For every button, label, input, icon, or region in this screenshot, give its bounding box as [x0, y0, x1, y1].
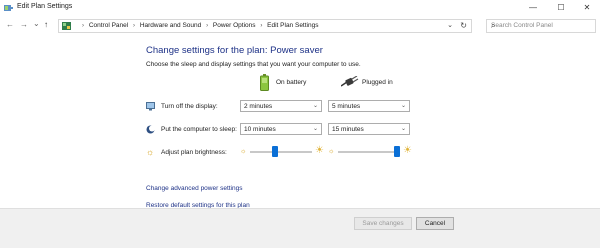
bright-sun-icon: ☀	[403, 145, 412, 156]
title-bar: Edit Plan Settings — ☐ ✕	[0, 0, 600, 17]
back-arrow-icon[interactable]: ←	[6, 20, 14, 29]
sleep-on-battery-select[interactable]: 10 minutes ⌄	[240, 123, 322, 135]
chevron-down-icon: ⌄	[312, 103, 318, 109]
power-options-icon	[4, 5, 13, 11]
moon-icon	[146, 125, 155, 134]
refresh-icon[interactable]: ↻	[460, 21, 467, 30]
plug-icon	[341, 76, 359, 87]
button-bar: Save changes Cancel	[0, 208, 600, 248]
breadcrumb-edit-plan-settings[interactable]: Edit Plan Settings	[267, 22, 318, 29]
minimize-button[interactable]: —	[520, 0, 546, 17]
bright-sun-icon: ☀	[315, 145, 324, 156]
breadcrumb-hardware-and-sound[interactable]: Hardware and Sound	[140, 22, 201, 29]
dim-sun-icon: ☼	[328, 148, 335, 155]
chevron-down-icon: ⌄	[400, 126, 406, 132]
breadcrumb-separator-icon: ›	[206, 23, 209, 29]
forward-arrow-icon[interactable]: →	[20, 20, 28, 29]
monitor-icon	[146, 102, 155, 111]
window-title: Edit Plan Settings	[17, 3, 73, 10]
change-advanced-power-settings-link[interactable]: Change advanced power settings	[146, 185, 242, 192]
slider-thumb[interactable]	[394, 146, 400, 157]
chevron-down-icon: ⌄	[312, 126, 318, 132]
page-title: Change settings for the plan: Power save…	[146, 45, 323, 56]
close-button[interactable]: ✕	[574, 0, 600, 17]
slider-track	[338, 151, 400, 153]
display-on-battery-value: 2 minutes	[244, 103, 273, 110]
brightness-plugged-in-slider[interactable]: ☼ ☀	[328, 145, 412, 159]
plugged-in-header: Plugged in	[362, 79, 393, 86]
slider-track	[250, 151, 312, 153]
breadcrumb-power-options[interactable]: Power Options	[213, 22, 256, 29]
sleep-plugged-in-select[interactable]: 15 minutes ⌄	[328, 123, 410, 135]
save-changes-button[interactable]: Save changes	[354, 217, 412, 230]
breadcrumb-separator-icon: ›	[260, 23, 263, 29]
display-plugged-in-value: 5 minutes	[332, 103, 361, 110]
battery-icon	[260, 74, 269, 91]
address-bar[interactable]: › Control Panel › Hardware and Sound › P…	[58, 19, 472, 33]
sleep-on-battery-value: 10 minutes	[244, 126, 276, 133]
maximize-button[interactable]: ☐	[548, 0, 574, 17]
display-on-battery-select[interactable]: 2 minutes ⌄	[240, 100, 322, 112]
breadcrumb-control-panel[interactable]: Control Panel	[89, 22, 128, 29]
sun-icon: ☼	[146, 147, 155, 157]
recent-locations-icon[interactable]: ⌄	[33, 19, 40, 28]
breadcrumb-separator-icon: ›	[82, 23, 84, 29]
address-dropdown-icon[interactable]: ⌄	[447, 21, 453, 29]
dim-sun-icon: ☼	[240, 148, 247, 155]
chevron-down-icon: ⌄	[400, 103, 406, 109]
display-plugged-in-select[interactable]: 5 minutes ⌄	[328, 100, 410, 112]
slider-thumb[interactable]	[272, 146, 279, 157]
page-subtitle: Choose the sleep and display settings th…	[146, 61, 361, 68]
breadcrumb: › Control Panel › Hardware and Sound › P…	[79, 22, 318, 29]
on-battery-header: On battery	[276, 79, 307, 86]
up-arrow-icon[interactable]: ↑	[44, 20, 48, 29]
search-input[interactable]: Search Control Panel ⌕	[486, 19, 596, 33]
sleep-setting-label: Put the computer to sleep:	[161, 126, 237, 133]
search-icon[interactable]: ⌕	[491, 21, 592, 31]
cancel-button[interactable]: Cancel	[416, 217, 454, 230]
control-panel-icon	[62, 22, 71, 30]
brightness-setting-label: Adjust plan brightness:	[161, 149, 227, 156]
brightness-on-battery-slider[interactable]: ☼ ☀	[240, 145, 324, 159]
sleep-plugged-in-value: 15 minutes	[332, 126, 364, 133]
display-setting-label: Turn off the display:	[161, 103, 218, 110]
breadcrumb-separator-icon: ›	[133, 23, 136, 29]
